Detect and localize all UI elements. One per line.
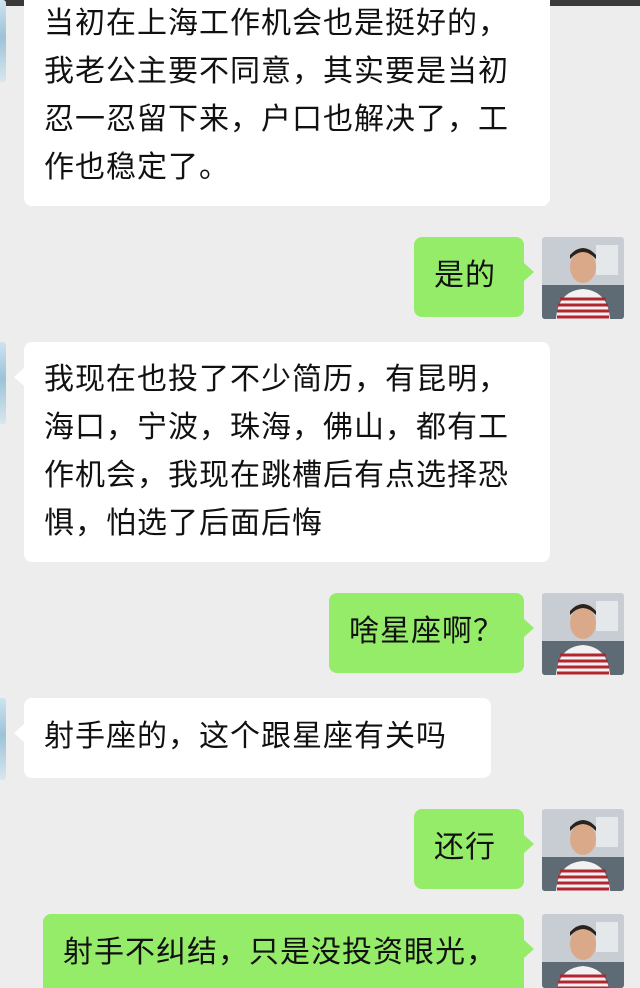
user-avatar-photo	[542, 237, 624, 319]
user-avatar-icon[interactable]	[542, 237, 624, 319]
contact-avatar-edge[interactable]	[0, 698, 6, 780]
message-bubble-outgoing[interactable]: 是的	[414, 237, 534, 317]
contact-avatar-edge[interactable]	[0, 0, 6, 82]
contact-avatar-edge[interactable]	[0, 342, 6, 424]
message-bubble-outgoing[interactable]: 还行	[414, 809, 534, 889]
user-avatar-photo	[542, 809, 624, 891]
message-bubble-outgoing[interactable]: 啥星座啊？	[329, 593, 534, 673]
user-avatar-icon[interactable]	[542, 809, 624, 891]
message-bubble-incoming[interactable]: 我现在也投了不少简历，有昆明， 海口，宁波，珠海，佛山，都有工 作机会，我现在跳…	[14, 342, 550, 562]
user-avatar-icon[interactable]	[542, 914, 624, 988]
user-avatar-icon[interactable]	[542, 593, 624, 675]
user-avatar-photo	[542, 914, 624, 988]
message-bubble-outgoing[interactable]: 射手不纠结，只是没投资眼光，	[43, 914, 534, 988]
message-bubble-incoming[interactable]: 当初在上海工作机会也是挺好的， 我老公主要不同意，其实要是当初 忍一忍留下来，户…	[24, 0, 550, 206]
message-bubble-incoming[interactable]: 射手座的，这个跟星座有关吗	[14, 698, 491, 778]
user-avatar-photo	[542, 593, 624, 675]
